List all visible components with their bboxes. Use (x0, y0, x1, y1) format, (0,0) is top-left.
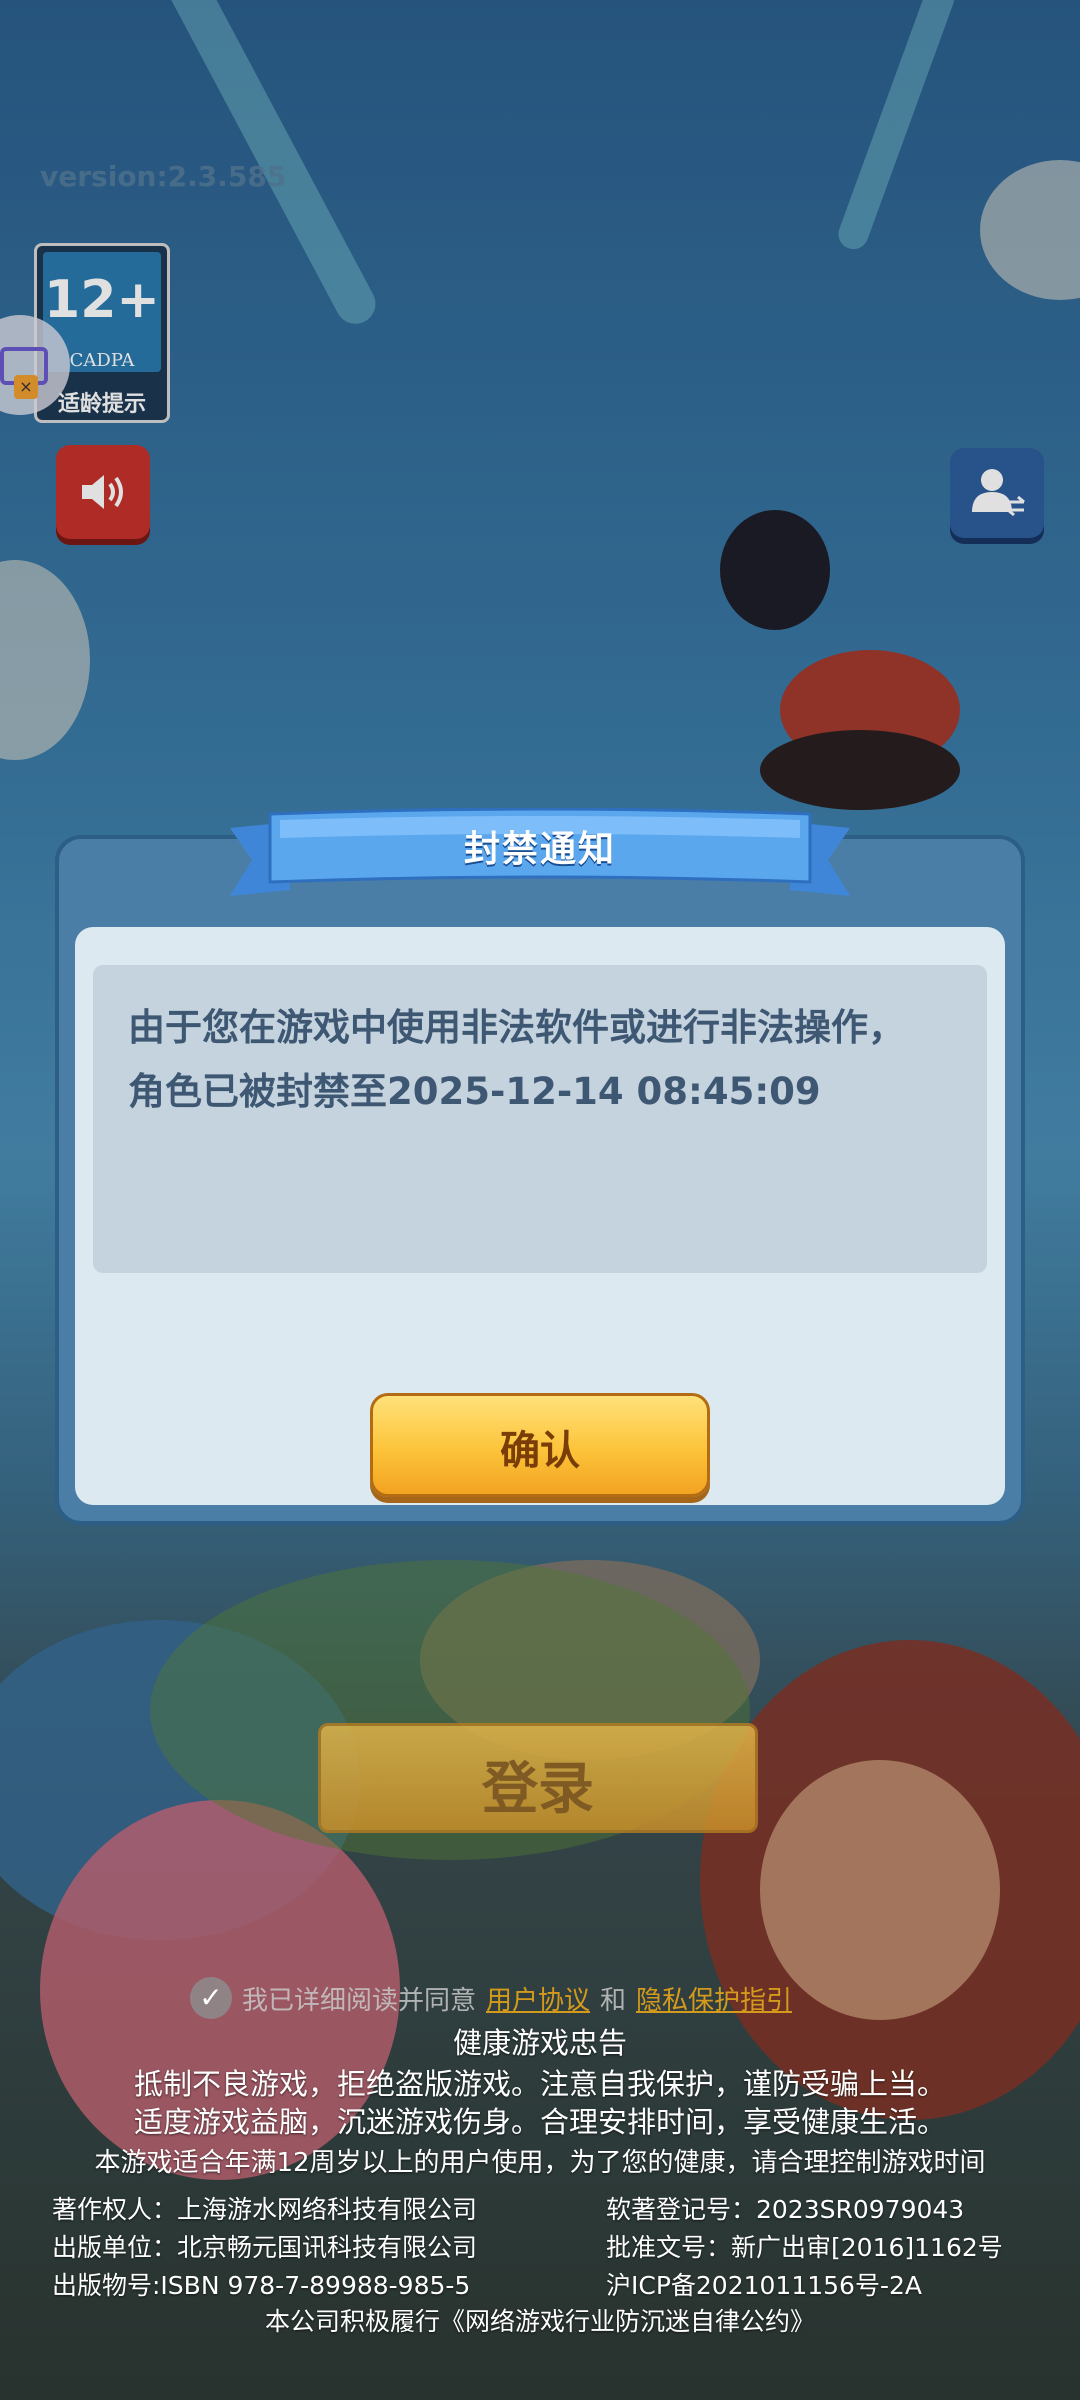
health-advice-line-1: 抵制不良游戏，拒绝盗版游戏。注意自我保护，谨防受骗上当。 (133, 2067, 946, 2101)
health-advice-title: 健康游戏忠告 (452, 2026, 627, 2060)
agreement-row: ✓ 我已详细阅读并同意 用户协议 和 隐私保护指引 (190, 1975, 792, 2021)
login-button[interactable]: 登录 (318, 1723, 758, 1833)
publisher: 出版单位：北京畅元国讯科技有限公司 (52, 2233, 478, 2262)
confirm-button-label: 确认 (500, 1428, 580, 1474)
health-advice-line-2: 适度游戏益脑，沉迷游戏伤身。合理安排时间，享受健康生活。 (133, 2105, 946, 2139)
user-agreement-link[interactable]: 用户协议 (486, 1980, 590, 2017)
software-registration-number: 软著登记号：2023SR0979043 (606, 2195, 965, 2224)
age-usage-note: 本游戏适合年满12周岁以上的用户使用，为了您的健康，请合理控制游戏时间 (94, 2148, 986, 2178)
login-button-label: 登录 (482, 1757, 594, 1822)
isbn-number: 出版物号:ISBN 978-7-89988-985-5 (52, 2271, 471, 2300)
approval-number: 批准文号：新广出审[2016]1162号 (606, 2233, 1003, 2262)
icp-number: 沪ICP备2021011156号-2A (606, 2271, 922, 2300)
dialog-title: 封禁通知 (463, 829, 616, 870)
confirm-button[interactable]: 确认 (370, 1393, 710, 1497)
privacy-policy-link[interactable]: 隐私保护指引 (636, 1980, 792, 2017)
agree-checkbox[interactable]: ✓ (190, 1977, 232, 2019)
copyright-owner: 著作权人：上海游水网络科技有限公司 (52, 2195, 478, 2224)
anti-addiction-pledge: 本公司积极履行《网络游戏行业防沉迷自律公约》 (264, 2307, 815, 2336)
agreement-prefix: 我已详细阅读并同意 (242, 1985, 477, 2016)
ban-message: 由于您在游戏中使用非法软件或进行非法操作，角色已被封禁至2025-12-14 0… (128, 1006, 905, 1113)
agreement-and: 和 (600, 1985, 627, 2016)
